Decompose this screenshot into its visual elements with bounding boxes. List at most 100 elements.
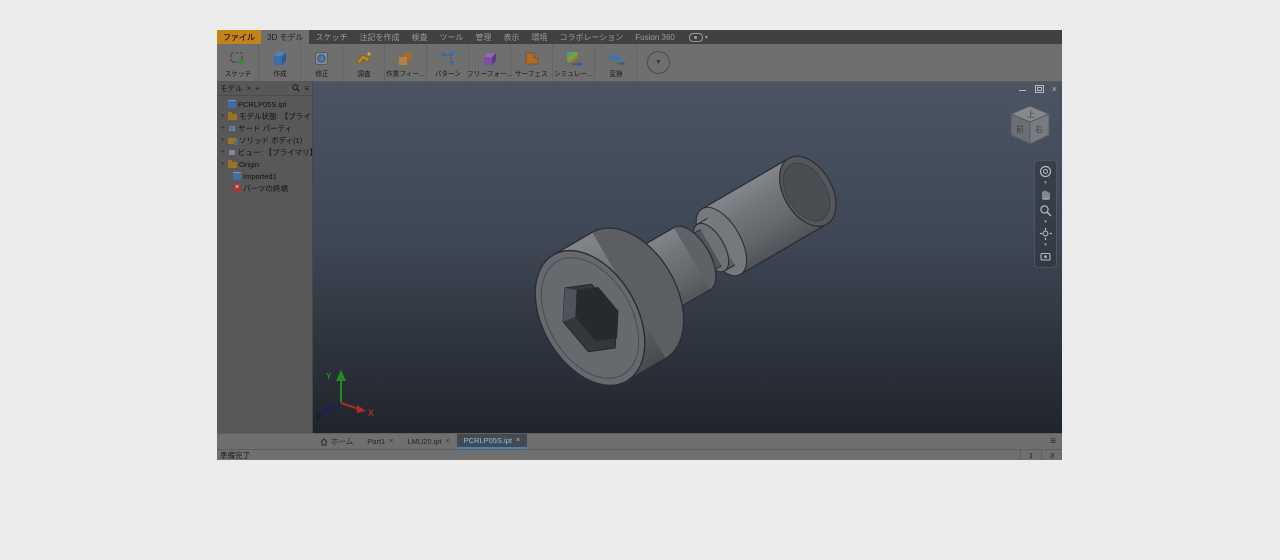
menu-tab-annotate[interactable]: 注記を作成 xyxy=(353,30,405,44)
app-body: モデル × + ≡ PCRLP05S.ipt + モデル状態: 【プ xyxy=(217,82,1062,433)
menu-bar: ファイル 3D モデル スケッチ 注記を作成 検査 ツール 管理 表示 環境 コ… xyxy=(217,30,1062,44)
tree-item-solid-bodies[interactable]: + ソリッド ボディ(1) xyxy=(219,134,312,146)
tree-item-model-states[interactable]: + モデル状態: 【プライマリ】 xyxy=(219,110,312,122)
ribbon-pill-icon xyxy=(689,33,703,42)
svg-text:Y: Y xyxy=(326,372,332,381)
ribbon-button-surface[interactable]: サーフェス xyxy=(511,44,553,81)
tab-home[interactable]: ホーム xyxy=(313,434,360,449)
inventor-window: ファイル 3D モデル スケッチ 注記を作成 検査 ツール 管理 表示 環境 コ… xyxy=(217,30,1062,460)
tab-part1[interactable]: Part1 × xyxy=(360,434,400,449)
part-document-icon xyxy=(228,100,236,108)
surface-icon xyxy=(522,47,541,69)
menu-tab-sketch[interactable]: スケッチ xyxy=(309,30,353,44)
svg-text:右: 右 xyxy=(1035,124,1043,134)
menu-tab-view[interactable]: 表示 xyxy=(497,30,525,44)
tree-item-imported[interactable]: Imported1 xyxy=(219,170,312,182)
ribbon-button-modify[interactable]: 修正 xyxy=(301,44,343,81)
navigation-bar: ▾ ▾ ▾ xyxy=(1034,160,1057,268)
simulation-icon xyxy=(564,47,584,69)
navigation-wheel-icon[interactable] xyxy=(1039,165,1052,178)
convert-icon xyxy=(606,47,626,69)
home-icon xyxy=(320,438,328,446)
minimize-icon[interactable] xyxy=(1019,85,1027,93)
menu-tab-fusion360[interactable]: Fusion 360 xyxy=(629,30,681,44)
restore-icon[interactable] xyxy=(1035,85,1044,93)
imported-body-icon xyxy=(233,172,241,180)
tree-item-document[interactable]: PCRLP05S.ipt xyxy=(219,98,312,110)
tree-item-view[interactable]: + ビュー: 【プライマリ】 xyxy=(219,146,312,158)
ribbon-button-sketch[interactable]: スケッチ xyxy=(217,44,259,81)
chevron-down-icon: ▾ xyxy=(705,34,708,41)
third-party-icon xyxy=(228,125,236,132)
orbit-icon[interactable] xyxy=(1039,227,1052,240)
menu-tab-tools[interactable]: ツール xyxy=(433,30,469,44)
menu-tab-manage[interactable]: 管理 xyxy=(469,30,497,44)
status-text: 準備完了 xyxy=(217,450,250,461)
part-model-shoulder-screw[interactable]: Y Z X xyxy=(313,82,1062,433)
ribbon-expand-button[interactable]: ▼ xyxy=(647,51,670,74)
svg-text:Z: Z xyxy=(316,412,322,422)
viewcube[interactable]: 上 前 右 xyxy=(1006,102,1054,150)
folder-icon xyxy=(228,162,237,168)
ribbon-button-inspect[interactable]: 調査 xyxy=(343,44,385,81)
document-tab-bar: ホーム Part1 × LMU20.ipt × PCRLP05S.ipt × ≡ xyxy=(217,433,1062,449)
ribbon-button-convert[interactable]: 変換 xyxy=(595,44,637,81)
ribbon-button-create[interactable]: 作成 xyxy=(259,44,301,81)
close-icon[interactable]: × xyxy=(1052,84,1057,94)
end-of-part-icon xyxy=(233,184,241,192)
svg-text:上: 上 xyxy=(1027,110,1035,119)
modify-icon xyxy=(312,47,331,69)
ribbon-button-freeform[interactable]: フリーフォー... xyxy=(469,44,511,81)
search-icon[interactable] xyxy=(292,84,300,94)
browser-tree: PCRLP05S.ipt + モデル状態: 【プライマリ】 + サード パーティ… xyxy=(217,96,312,194)
chevron-down-icon[interactable]: ▾ xyxy=(1044,243,1047,247)
browser-panel-header: モデル × + ≡ xyxy=(217,82,312,96)
chevron-down-icon[interactable]: ▾ xyxy=(1044,220,1047,224)
chevron-down-icon[interactable]: ▾ xyxy=(1044,181,1047,185)
inspect-icon xyxy=(354,47,373,69)
tab-list-menu-icon[interactable]: ≡ xyxy=(1044,434,1062,449)
menu-tab-3d-model[interactable]: 3D モデル xyxy=(261,30,309,44)
tree-item-third-party[interactable]: + サード パーティ xyxy=(219,122,312,134)
status-cell-1: 1 xyxy=(1020,450,1041,460)
svg-text:前: 前 xyxy=(1016,124,1024,134)
close-icon[interactable]: × xyxy=(389,438,393,445)
tree-item-origin[interactable]: + Origin xyxy=(219,158,312,170)
browser-tab-model[interactable]: モデル xyxy=(220,83,243,94)
tree-item-end-of-part[interactable]: パーツの終端 xyxy=(219,182,312,194)
svg-text:X: X xyxy=(368,408,374,418)
viewport-3d[interactable]: Y Z X × 上 前 xyxy=(313,82,1062,433)
tab-lmu20[interactable]: LMU20.ipt × xyxy=(400,434,456,449)
ribbon-button-simulation[interactable]: シミュレー... xyxy=(553,44,595,81)
work-features-icon xyxy=(396,47,415,69)
zoom-icon[interactable] xyxy=(1039,204,1052,217)
menu-tab-environments[interactable]: 環境 xyxy=(525,30,553,44)
ribbon: スケッチ 作成 修正 調査 作業フィー... xyxy=(217,44,1062,82)
pattern-icon xyxy=(438,47,457,69)
pan-hand-icon[interactable] xyxy=(1039,188,1052,201)
menu-tab-collaborate[interactable]: コラボレーション xyxy=(553,30,629,44)
status-cell-2: 3 xyxy=(1041,450,1062,460)
view-icon xyxy=(228,149,236,156)
folder-icon xyxy=(228,114,237,120)
freeform-icon xyxy=(480,47,499,69)
menu-tab-file[interactable]: ファイル xyxy=(217,30,261,44)
close-icon[interactable]: × xyxy=(446,438,450,445)
status-bar: 準備完了 1 3 xyxy=(217,449,1062,460)
browser-menu-icon[interactable]: ≡ xyxy=(304,85,309,93)
add-tab-icon[interactable]: + xyxy=(255,85,260,93)
menu-tab-inspect[interactable]: 検査 xyxy=(405,30,433,44)
ribbon-button-work-features[interactable]: 作業フィー... xyxy=(385,44,427,81)
origin-triad: Y Z X xyxy=(316,370,374,422)
ribbon-button-pattern[interactable]: パターン xyxy=(427,44,469,81)
close-icon[interactable]: × xyxy=(516,437,520,444)
ribbon-display-toggle-icon[interactable]: ▾ xyxy=(689,30,708,44)
close-icon[interactable]: × xyxy=(247,85,252,93)
browser-panel: モデル × + ≡ PCRLP05S.ipt + モデル状態: 【プ xyxy=(217,82,313,433)
tab-pcrlp05s[interactable]: PCRLP05S.ipt × xyxy=(457,434,527,449)
sketch-icon xyxy=(228,47,247,69)
viewport-window-controls: × xyxy=(1019,83,1057,94)
solid-bodies-folder-icon xyxy=(228,138,237,144)
create-icon xyxy=(270,47,289,69)
look-at-icon[interactable] xyxy=(1039,250,1052,263)
